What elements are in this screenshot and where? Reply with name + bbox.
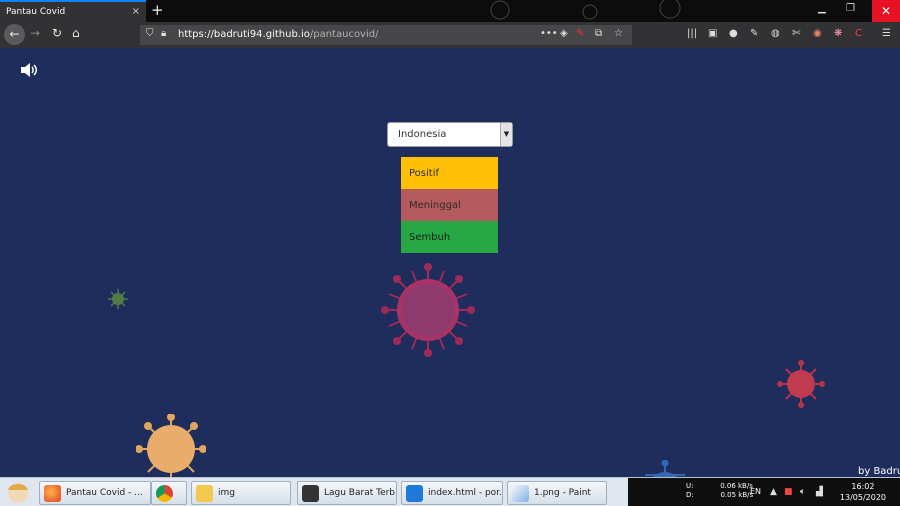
network-meter: U: 0.06 kB/s D: 0.05 kB/s: [686, 482, 754, 499]
media-player-icon: [302, 485, 319, 502]
country-select-value: Indonesia: [398, 129, 447, 140]
navigation-bar: ← → ↻ ⌂ ⛉ 🔒︎ https://badruti94.github.io…: [0, 22, 900, 48]
clock[interactable]: 16:02 13/05/2020: [840, 481, 886, 503]
bookmark-star-icon[interactable]: ☆: [614, 28, 623, 39]
stat-meninggal: Meninggal: [401, 189, 498, 221]
tray-expand-icon[interactable]: ▲: [770, 487, 777, 497]
byline[interactable]: by Badru: [858, 466, 900, 477]
language-indicator[interactable]: EN: [750, 487, 761, 496]
translate-icon[interactable]: ⧉: [595, 28, 602, 39]
folder-icon: [196, 485, 213, 502]
virus-small-green-icon: [108, 289, 128, 309]
firefox-icon: [44, 485, 61, 502]
start-avatar-icon[interactable]: [3, 480, 33, 505]
tab-bar: Pantau Covid × + ▁ ❐ ✕: [0, 0, 900, 22]
addon2-icon[interactable]: ❋: [834, 28, 842, 39]
signal-icon[interactable]: ▟: [816, 487, 823, 497]
reload-icon[interactable]: ↻: [52, 26, 62, 40]
stat-sembuh: Sembuh: [401, 221, 498, 253]
tab-close-icon[interactable]: ×: [132, 6, 140, 17]
task-vscode[interactable]: index.html - por...: [401, 481, 503, 505]
task-folder[interactable]: img: [191, 481, 291, 505]
minimize-icon[interactable]: ▁: [818, 3, 826, 14]
extension-icon[interactable]: ✎: [576, 28, 584, 39]
close-window-icon[interactable]: ✕: [872, 0, 900, 22]
back-icon[interactable]: ←: [4, 24, 25, 45]
theme-decoration: [490, 0, 681, 20]
new-tab-icon[interactable]: +: [151, 1, 164, 19]
pocket-icon[interactable]: ◈: [560, 28, 568, 39]
volume-icon[interactable]: 🔈︎: [800, 487, 805, 497]
virus-red-icon: [777, 360, 825, 408]
security-icon[interactable]: ■: [784, 487, 793, 497]
virus-large-pink-icon: [381, 263, 475, 357]
page-actions-icon[interactable]: •••: [540, 28, 558, 39]
chrome-icon: [156, 485, 173, 502]
task-paint[interactable]: 1.png - Paint: [507, 481, 607, 505]
tools-icon[interactable]: ✄: [792, 28, 800, 39]
forward-icon[interactable]: →: [30, 26, 40, 40]
paint-icon: [512, 485, 529, 502]
addon-icon[interactable]: ◉: [813, 28, 822, 39]
chevron-down-icon[interactable]: ▼: [500, 123, 512, 146]
stat-positif: Positif: [401, 157, 498, 189]
url-text[interactable]: https://badruti94.github.io/pantaucovid/: [178, 29, 378, 40]
globe-icon[interactable]: ◍: [771, 28, 780, 39]
taskbar: Pantau Covid - ... img Lagu Barat Terb..…: [0, 477, 900, 506]
page-content: Indonesia ▼ Positif Meninggal Sembuh by …: [0, 48, 900, 477]
tab-title: Pantau Covid: [6, 7, 66, 17]
speaker-icon[interactable]: [20, 62, 38, 78]
url-bar[interactable]: ⛉ 🔒︎ https://badruti94.github.io/pantauc…: [140, 25, 632, 45]
account-icon[interactable]: ●: [729, 28, 738, 39]
tab-pantau-covid[interactable]: Pantau Covid ×: [0, 0, 146, 22]
shield-icon[interactable]: ⛉: [146, 28, 154, 39]
task-media-player[interactable]: Lagu Barat Terb...: [297, 481, 397, 505]
country-select[interactable]: Indonesia ▼: [387, 122, 513, 147]
lock-icon[interactable]: 🔒︎: [161, 28, 166, 39]
addon3-icon[interactable]: C: [855, 28, 862, 39]
task-firefox[interactable]: Pantau Covid - ...: [39, 481, 151, 505]
pen-icon[interactable]: ✎: [750, 28, 758, 39]
virus-orange-icon: [136, 414, 206, 477]
library-icon[interactable]: |||: [687, 28, 697, 39]
vscode-icon: [406, 485, 423, 502]
system-tray: U: 0.06 kB/s D: 0.05 kB/s EN ▲ ■ 🔈︎ ▟ 16…: [628, 478, 900, 506]
restore-icon[interactable]: ❐: [846, 3, 855, 14]
virus-blue-icon: [645, 460, 685, 477]
menu-icon[interactable]: ☰: [882, 28, 891, 39]
sidebar-icon[interactable]: ▣: [708, 28, 717, 39]
home-icon[interactable]: ⌂: [72, 26, 80, 40]
task-chrome[interactable]: [151, 481, 187, 505]
